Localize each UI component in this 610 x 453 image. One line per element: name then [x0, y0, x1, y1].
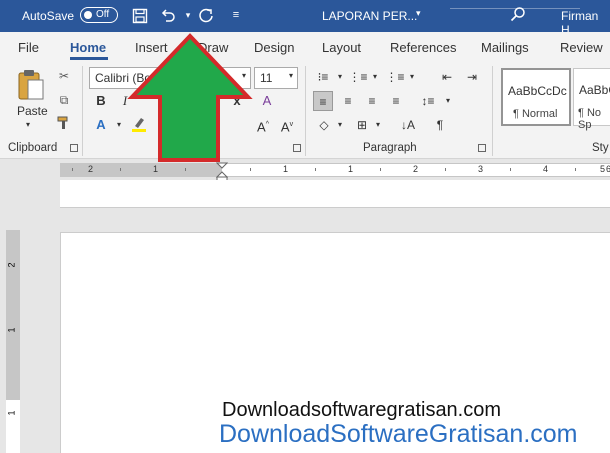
green-up-arrow-annotation: [127, 33, 253, 162]
